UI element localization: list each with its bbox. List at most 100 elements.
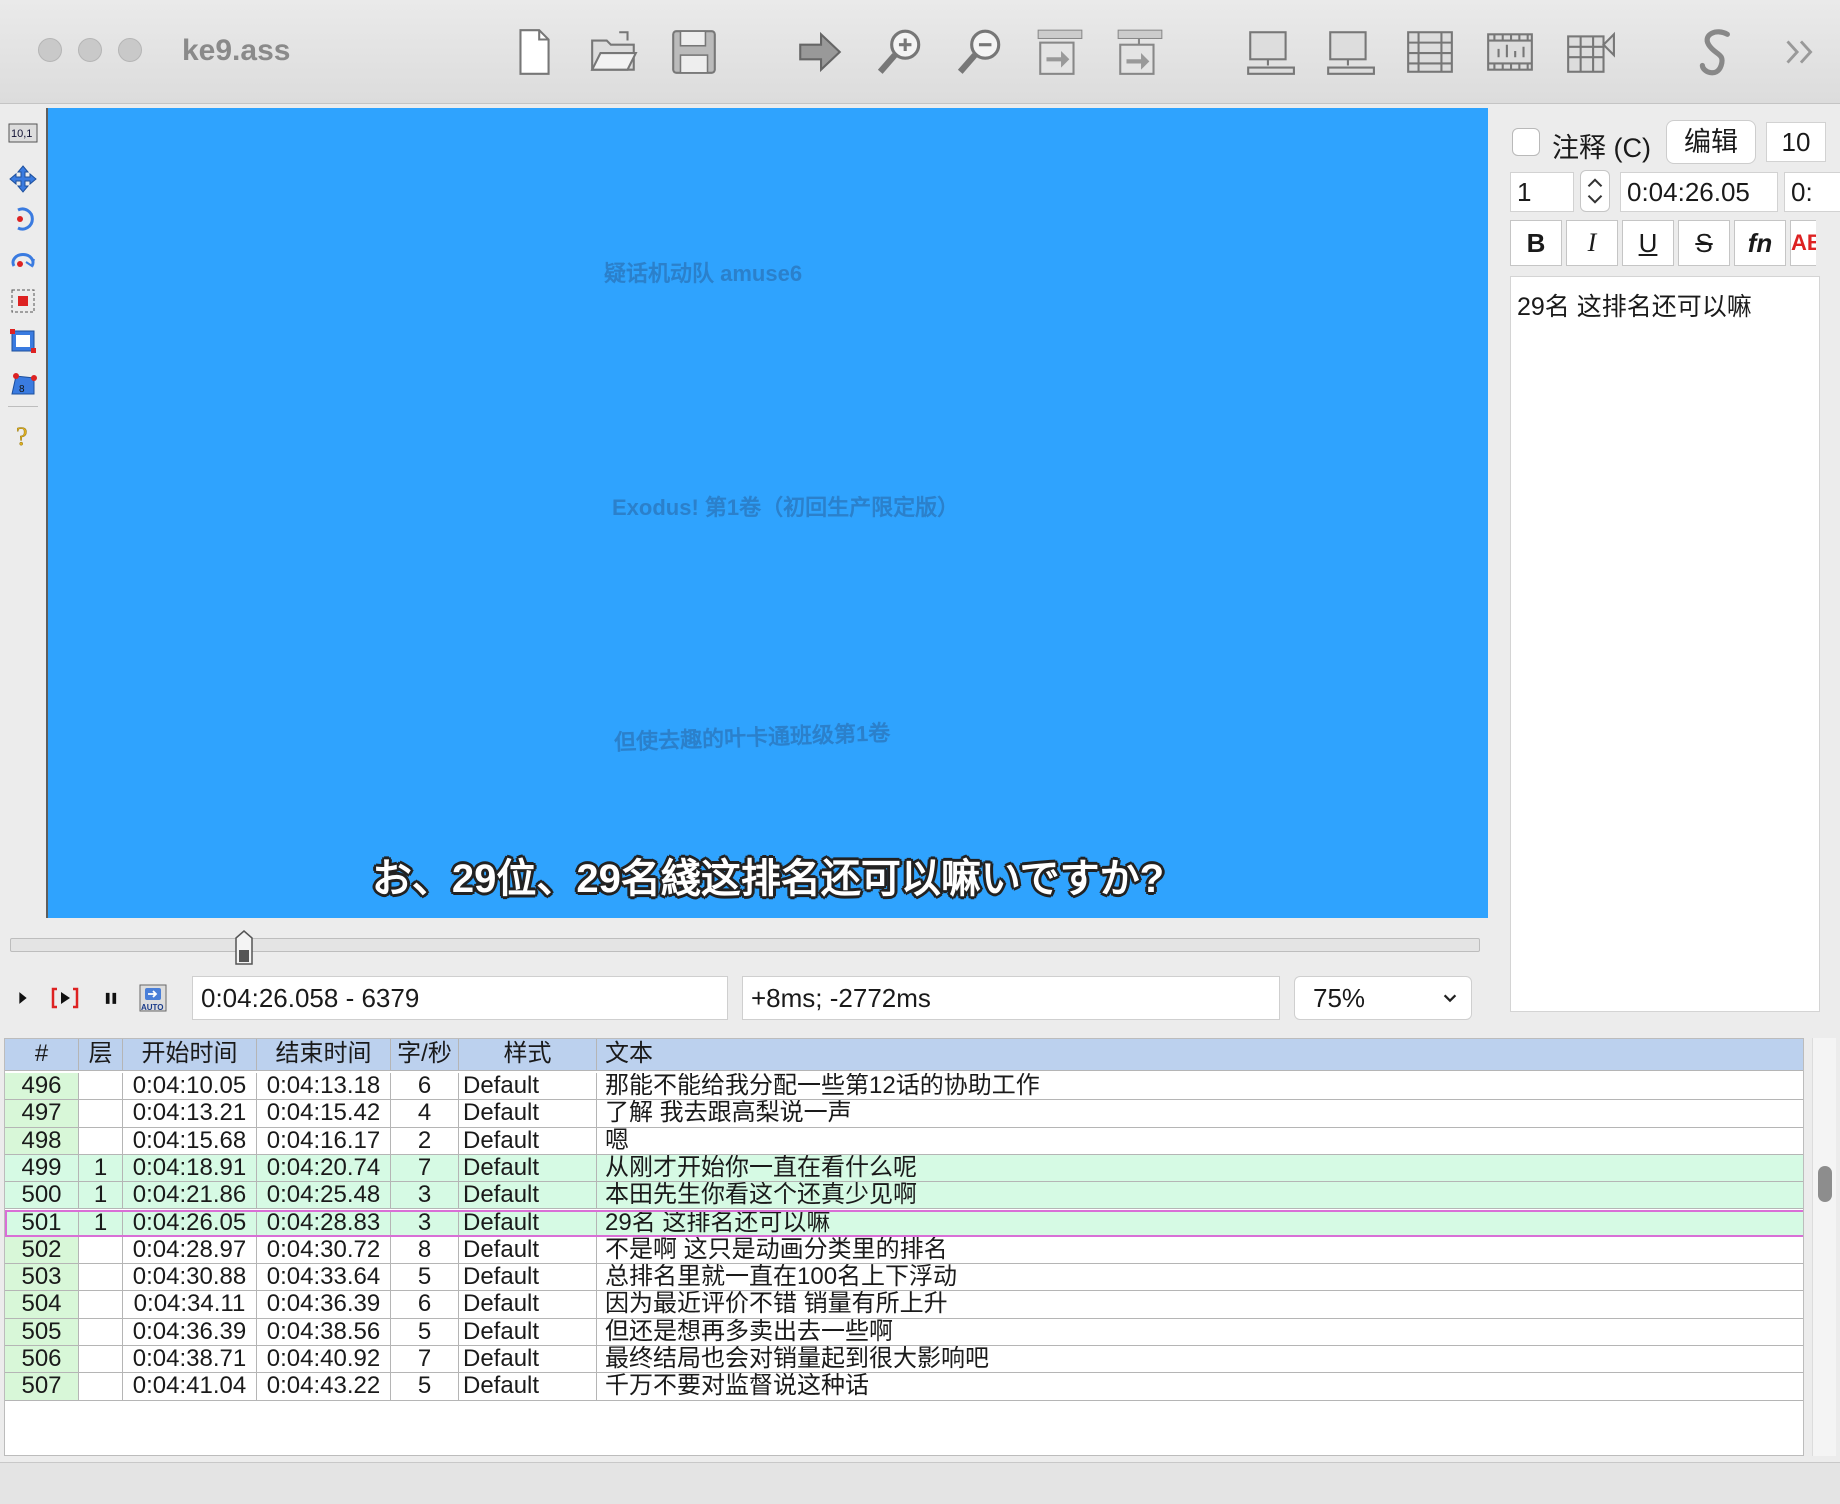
open-folder-icon (590, 31, 638, 71)
snap-end-button[interactable] (1110, 22, 1170, 82)
jump-to-button[interactable] (790, 22, 850, 82)
layer-field[interactable]: 1 (1510, 172, 1574, 212)
bold-button[interactable]: B (1510, 220, 1562, 266)
table-row[interactable]: 498 0:04:15.68 0:04:16.17 2 Default 嗯 (5, 1127, 1803, 1155)
vector-clip-tool-button[interactable]: 8 (6, 366, 40, 400)
start-time-field[interactable]: 0:04:26.05 (1620, 172, 1778, 212)
video-position-field[interactable]: 0:04:26.058 - 6379 (192, 976, 728, 1020)
cell-start: 0:04:18.91 (123, 1154, 257, 1182)
italic-button[interactable]: I (1566, 220, 1618, 266)
cell-text: 从刚才开始你一直在看什么呢 (597, 1155, 1803, 1181)
close-window-button[interactable] (38, 38, 62, 62)
video-display-button[interactable] (1240, 22, 1300, 82)
scrollbar-thumb[interactable] (1818, 1166, 1832, 1202)
scale-tool-button[interactable] (6, 284, 40, 318)
svg-text:AUTO: AUTO (141, 1003, 164, 1012)
cell-cps: 2 (391, 1127, 459, 1154)
pause-button[interactable] (96, 982, 126, 1014)
svg-text:8: 8 (19, 384, 25, 395)
cell-num: 496 (5, 1073, 79, 1100)
zoom-in-button[interactable] (870, 22, 930, 82)
table-row[interactable]: 501 1 0:04:26.05 0:04:28.83 3 Default 29名 这排名还… (5, 1209, 1803, 1237)
time-offset-field[interactable]: +8ms; -2772ms (742, 976, 1280, 1020)
audio-display-icon (1327, 31, 1375, 75)
header-end-time[interactable]: 结束时间 (257, 1039, 391, 1070)
strikeout-button[interactable]: S (1678, 220, 1730, 266)
header-text[interactable]: 文本 (597, 1039, 1803, 1070)
header-style[interactable]: 样式 (459, 1039, 597, 1070)
cell-cps: 5 (391, 1264, 459, 1291)
table-row[interactable]: 502 0:04:28.97 0:04:30.72 8 Default 不是啊 这只是动画… (5, 1236, 1803, 1265)
cell-text: 但还是想再多卖出去一些啊 (597, 1319, 1803, 1345)
open-file-button[interactable] (584, 22, 644, 82)
cell-num: 499 (5, 1154, 79, 1182)
drag-tool-button[interactable] (6, 162, 40, 196)
table-row[interactable]: 505 0:04:36.39 0:04:38.56 5 Default 但还是想再多卖出去… (5, 1318, 1803, 1346)
minimize-window-button[interactable] (78, 38, 102, 62)
snap-start-icon (1037, 29, 1083, 75)
font-button[interactable]: fn (1734, 220, 1786, 266)
color-button[interactable]: AB (1790, 220, 1816, 266)
rotate-z-tool-button[interactable] (6, 202, 40, 236)
grid-scrollbar[interactable] (1812, 1038, 1836, 1456)
subtitle-text-editor[interactable]: 29名 这排名还可以嘛 (1510, 276, 1820, 1012)
toolbar-overflow-button[interactable] (1776, 22, 1824, 82)
table-row[interactable]: 499 1 0:04:18.91 0:04:20.74 7 Default 从刚才开始你一直… (5, 1154, 1803, 1183)
seek-thumb[interactable] (234, 930, 254, 966)
header-start-time[interactable]: 开始时间 (123, 1039, 257, 1070)
cell-text: 不是啊 这只是动画分类里的排名 (597, 1237, 1803, 1263)
table-row[interactable]: 497 0:04:13.21 0:04:15.42 4 Default 了解 我去跟高梨说… (5, 1100, 1803, 1128)
cell-style: Default (459, 1182, 597, 1209)
clip-rect-tool-button[interactable] (6, 324, 40, 358)
rotate-xy-tool-button[interactable] (6, 242, 40, 276)
cell-text: 千万不要对监督说这种话 (597, 1373, 1803, 1399)
script-icon (1699, 29, 1730, 76)
video-zoom-select[interactable]: 75% (1294, 976, 1472, 1020)
header-cps[interactable]: 字/秒 (391, 1039, 459, 1070)
margin-field[interactable]: 10 (1766, 122, 1826, 162)
subtitle-grid-button[interactable] (1400, 22, 1460, 82)
table-row[interactable]: 504 0:04:34.11 0:04:36.39 6 Default 因为最近评价不错 … (5, 1291, 1803, 1319)
layer-stepper[interactable] (1580, 170, 1610, 212)
cell-style: Default (459, 1100, 597, 1127)
zoom-window-button[interactable] (118, 38, 142, 62)
standard-tool-button[interactable]: 10,1 (6, 116, 40, 150)
table-row[interactable]: 503 0:04:30.88 0:04:33.64 5 Default 总排名里就一直在1… (5, 1264, 1803, 1292)
scale-icon (11, 289, 35, 313)
cell-start: 0:04:15.68 (123, 1127, 257, 1154)
help-tool-button[interactable]: ? (6, 418, 40, 452)
autoscroll-toggle[interactable]: AUTO (138, 982, 168, 1014)
header-layer[interactable]: 层 (79, 1039, 123, 1070)
cell-end: 0:04:15.42 (257, 1100, 391, 1127)
end-time-field[interactable]: 0: (1784, 172, 1840, 212)
keyframe-button[interactable] (1560, 22, 1620, 82)
table-row[interactable]: 506 0:04:38.71 0:04:40.92 7 Default 最终结局也会对销量… (5, 1346, 1803, 1374)
audio-display-button[interactable] (1320, 22, 1380, 82)
comment-checkbox[interactable] (1512, 128, 1540, 156)
play-line-button[interactable] (50, 982, 80, 1014)
snap-start-button[interactable] (1030, 22, 1090, 82)
cell-text: 嗯 (597, 1128, 1803, 1154)
frame-timeline-button[interactable] (1480, 22, 1540, 82)
edit-button[interactable]: 编辑 (1666, 120, 1756, 164)
cell-end: 0:04:36.39 (257, 1291, 391, 1318)
zoom-out-button[interactable] (950, 22, 1010, 82)
new-file-button[interactable] (504, 22, 564, 82)
cell-layer (79, 1346, 123, 1373)
table-row[interactable]: 507 0:04:41.04 0:04:43.22 5 Default 千万不要对监督说这… (5, 1373, 1803, 1401)
script-button[interactable] (1688, 22, 1748, 82)
play-button[interactable] (8, 982, 38, 1014)
header-num[interactable]: # (5, 1039, 79, 1070)
cell-num: 505 (5, 1318, 79, 1345)
video-seek-bar[interactable] (10, 938, 1480, 952)
save-button[interactable] (664, 22, 724, 82)
table-row[interactable]: 500 1 0:04:21.86 0:04:25.48 3 Default 本田先生你看这个… (5, 1182, 1803, 1210)
video-overlay-text: 但使去趣的叶卡通班级第1卷 (613, 720, 891, 755)
cell-cps: 7 (391, 1154, 459, 1182)
video-display[interactable]: 疑话机动队 amuse6 Exodus! 第1卷（初回生产限定版） 但使去趣的叶… (46, 108, 1488, 918)
cell-style: Default (459, 1373, 597, 1400)
cell-style: Default (459, 1291, 597, 1318)
underline-button[interactable]: U (1622, 220, 1674, 266)
cell-style: Default (459, 1346, 597, 1373)
table-row[interactable]: 496 0:04:10.05 0:04:13.18 6 Default 那能不能给我分配一… (5, 1073, 1803, 1101)
